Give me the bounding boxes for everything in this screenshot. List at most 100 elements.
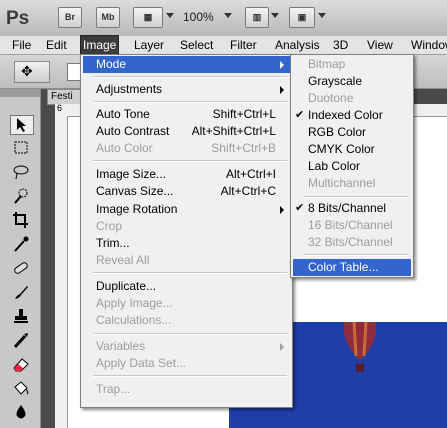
brush-icon xyxy=(15,286,28,299)
mode-item-cmyk-color[interactable]: CMYK Color xyxy=(293,141,411,158)
menu-item-calculations[interactable]: Calculations... xyxy=(83,312,290,329)
quick-selection-icon xyxy=(14,188,28,204)
menu-edit[interactable]: Edit xyxy=(44,36,69,54)
menu-separator xyxy=(93,272,287,274)
marquee-tool[interactable] xyxy=(10,139,32,157)
chevron-down-icon[interactable] xyxy=(224,13,232,18)
menu-item-auto-contrast[interactable]: Auto Contrast Alt+Shift+Ctrl+L xyxy=(83,123,290,140)
menu-3d[interactable]: 3D xyxy=(331,36,350,54)
menu-item-auto-tone[interactable]: Auto Tone Shift+Ctrl+L xyxy=(83,106,290,123)
menu-separator xyxy=(93,160,287,162)
menu-separator xyxy=(303,196,408,198)
drop-icon xyxy=(16,405,26,419)
clone-stamp-tool[interactable] xyxy=(10,307,32,325)
crop-icon xyxy=(13,212,28,228)
paint-bucket-tool[interactable] xyxy=(10,379,32,397)
checkmark-icon: ✔ xyxy=(295,202,305,214)
menu-separator xyxy=(93,76,287,78)
menu-item-image-size[interactable]: Image Size... Alt+Ctrl+I xyxy=(83,166,290,183)
history-brush-icon xyxy=(13,333,28,349)
zoom-level[interactable]: 100% xyxy=(183,10,214,24)
menu-image[interactable]: Image xyxy=(80,35,120,55)
application-bar: Ps Br Mb ▦ 100% ▥ ▣ xyxy=(0,0,447,37)
healing-brush-tool[interactable] xyxy=(10,259,32,277)
menu-item-canvas-size[interactable]: Canvas Size... Alt+Ctrl+C xyxy=(83,183,290,200)
quick-selection-tool[interactable] xyxy=(10,187,32,205)
checkmark-icon: ✔ xyxy=(295,109,305,121)
menu-layer[interactable]: Layer xyxy=(132,36,166,54)
menu-item-reveal-all[interactable]: Reveal All xyxy=(83,252,290,269)
mode-item-rgb-color[interactable]: RGB Color xyxy=(293,124,411,141)
menu-item-trap[interactable]: Trap... xyxy=(83,381,290,398)
ruler-label: 6 xyxy=(57,103,63,113)
screen-mode-button[interactable]: ▣ xyxy=(289,7,315,28)
marquee-icon xyxy=(14,141,28,154)
menu-item-apply-data-set[interactable]: Apply Data Set... xyxy=(83,355,290,372)
film-icon: ▦ xyxy=(143,12,153,22)
mode-item-color-table[interactable]: Color Table... xyxy=(293,259,411,276)
menu-view[interactable]: View xyxy=(365,36,395,54)
history-brush-tool[interactable] xyxy=(10,331,32,349)
eyedropper-tool[interactable] xyxy=(10,235,32,253)
lasso-icon xyxy=(13,165,29,180)
submenu-arrow-icon xyxy=(280,86,284,94)
submenu-arrow-icon xyxy=(280,343,284,351)
menu-item-duplicate[interactable]: Duplicate... xyxy=(83,278,290,295)
menu-item-variables[interactable]: Variables xyxy=(83,338,290,355)
lasso-tool[interactable] xyxy=(10,163,32,181)
menu-item-mode[interactable]: Mode xyxy=(83,56,290,73)
mode-item-bitmap[interactable]: Bitmap xyxy=(293,56,411,73)
layout-icon: ▥ xyxy=(252,12,262,22)
menu-window[interactable]: Window xyxy=(409,36,447,54)
chevron-down-icon[interactable] xyxy=(318,13,326,18)
mode-item-grayscale[interactable]: Grayscale xyxy=(293,73,411,90)
menu-item-crop[interactable]: Crop xyxy=(83,218,290,235)
blur-tool[interactable] xyxy=(10,403,32,421)
mode-submenu: Bitmap Grayscale Duotone ✔ Indexed Color … xyxy=(290,54,414,278)
menu-item-auto-color[interactable]: Auto Color Shift+Ctrl+B xyxy=(83,140,290,157)
image-menu-dropdown: Mode Adjustments Auto Tone Shift+Ctrl+L A… xyxy=(80,54,293,408)
auto-select-checkbox[interactable] xyxy=(67,63,81,81)
mini-bridge-button[interactable]: Mb xyxy=(96,7,120,28)
submenu-arrow-icon xyxy=(280,206,284,214)
arrange-documents-button[interactable]: ▥ xyxy=(245,7,269,28)
mode-item-32-bits[interactable]: 32 Bits/Channel xyxy=(293,234,411,251)
tools-panel xyxy=(0,89,41,428)
eraser-icon xyxy=(13,358,29,372)
panel-grip[interactable] xyxy=(0,89,40,97)
brush-tool[interactable] xyxy=(10,283,32,301)
eyedropper-icon xyxy=(14,236,29,252)
ruler-vertical xyxy=(55,116,68,428)
chevron-down-icon[interactable] xyxy=(166,13,174,18)
hot-air-balloon-image xyxy=(343,322,377,372)
menu-item-adjustments[interactable]: Adjustments xyxy=(83,81,290,98)
tool-preset-picker[interactable]: ✥ xyxy=(14,61,50,83)
menu-item-trim[interactable]: Trim... xyxy=(83,235,290,252)
bridge-button[interactable]: Br xyxy=(58,7,82,28)
move-icon: ✥ xyxy=(21,63,33,79)
menu-select[interactable]: Select xyxy=(178,36,215,54)
mode-item-16-bits[interactable]: 16 Bits/Channel xyxy=(293,217,411,234)
crop-tool[interactable] xyxy=(10,211,32,229)
move-tool[interactable] xyxy=(10,115,34,135)
mode-item-8-bits[interactable]: ✔ 8 Bits/Channel xyxy=(293,200,411,217)
menu-file[interactable]: File xyxy=(10,36,33,54)
eraser-tool[interactable] xyxy=(10,355,32,373)
menu-item-apply-image[interactable]: Apply Image... xyxy=(83,295,290,312)
mode-item-lab-color[interactable]: Lab Color xyxy=(293,158,411,175)
menu-filter[interactable]: Filter xyxy=(228,36,259,54)
menu-analysis[interactable]: Analysis xyxy=(273,36,322,54)
menu-item-image-rotation[interactable]: Image Rotation xyxy=(83,201,290,218)
move-icon xyxy=(17,118,26,132)
view-extras-button[interactable]: ▦ xyxy=(133,7,163,28)
chevron-down-icon[interactable] xyxy=(271,13,279,18)
menu-separator xyxy=(93,375,287,377)
photoshop-logo: Ps xyxy=(6,8,30,29)
mode-item-duotone[interactable]: Duotone xyxy=(293,90,411,107)
menu-separator xyxy=(303,254,408,256)
mode-item-indexed-color[interactable]: ✔ Indexed Color xyxy=(293,107,411,124)
menu-bar: File Edit Image Layer Select Filter Anal… xyxy=(0,35,447,55)
menu-separator xyxy=(93,333,287,335)
mode-item-multichannel[interactable]: Multichannel xyxy=(293,175,411,192)
screen-icon: ▣ xyxy=(297,12,307,22)
